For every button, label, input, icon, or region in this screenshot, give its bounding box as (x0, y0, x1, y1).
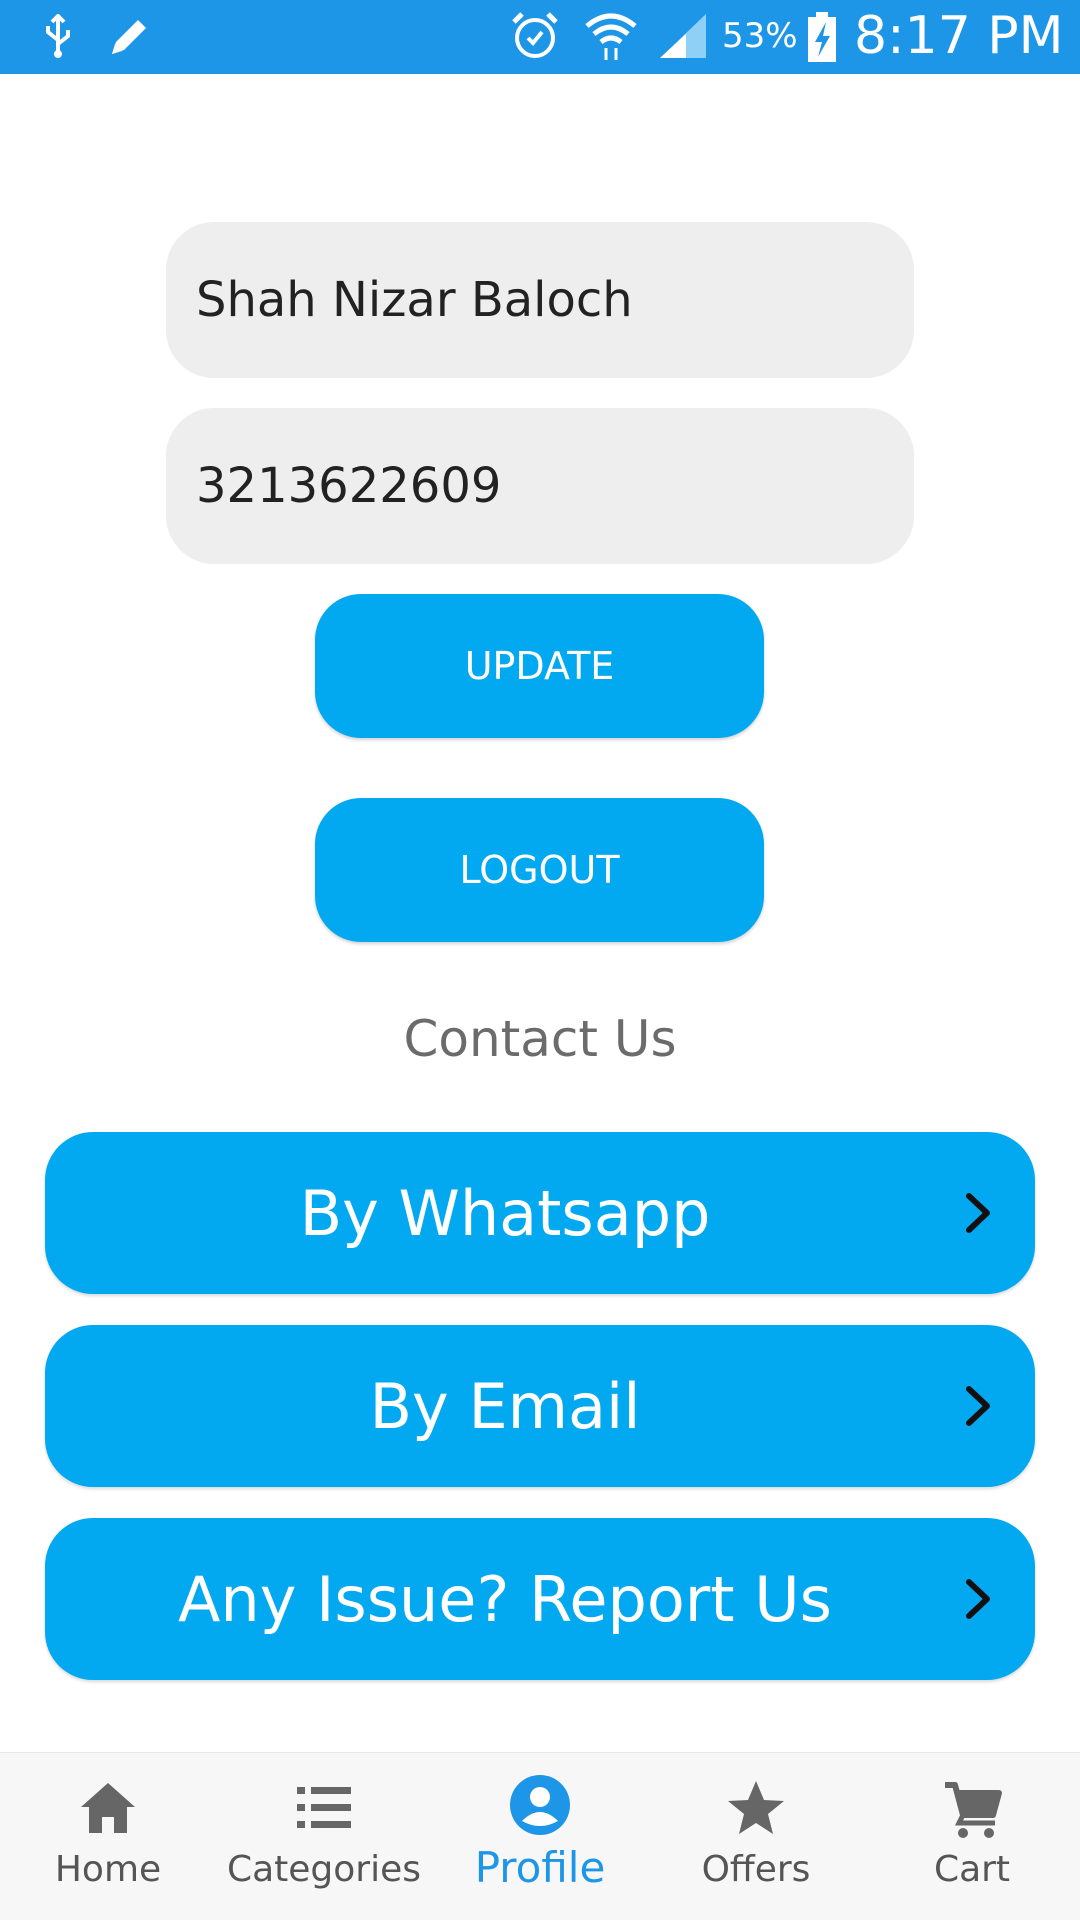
nav-offers[interactable]: Offers (648, 1753, 864, 1921)
clock: 8:17 PM (854, 6, 1064, 66)
edit-icon (106, 14, 152, 64)
update-button-label: UPDATE (464, 644, 615, 688)
signal-icon (656, 10, 710, 66)
chevron-right-icon (961, 1381, 995, 1435)
battery-percent: 53% (722, 16, 798, 56)
profile-icon (508, 1773, 572, 1841)
list-icon (293, 1779, 355, 1841)
contact-us-heading: Contact Us (403, 1010, 677, 1068)
bottom-navigation: Home Categories Profile Offers Cart (0, 1752, 1080, 1920)
nav-cart-label: Cart (933, 1849, 1011, 1890)
logout-button-label: LOGOUT (459, 848, 620, 892)
nav-categories[interactable]: Categories (216, 1753, 432, 1921)
usb-icon (40, 13, 76, 64)
cart-icon (941, 1779, 1003, 1845)
status-bar: 53% 8:17 PM (0, 0, 1080, 74)
alarm-icon (510, 10, 560, 66)
nav-profile[interactable]: Profile (432, 1753, 648, 1921)
star-icon (725, 1779, 787, 1841)
wifi-icon (584, 10, 638, 66)
nav-cart[interactable]: Cart (864, 1753, 1080, 1921)
contact-whatsapp-button[interactable]: By Whatsapp (45, 1132, 1035, 1294)
contact-whatsapp-label: By Whatsapp (299, 1176, 711, 1250)
contact-email-label: By Email (369, 1369, 641, 1443)
contact-report-button[interactable]: Any Issue? Report Us (45, 1518, 1035, 1680)
home-icon (77, 1779, 139, 1841)
nav-profile-label: Profile (474, 1843, 606, 1892)
nav-offers-label: Offers (701, 1849, 811, 1890)
logout-button[interactable]: LOGOUT (315, 798, 764, 942)
battery-charging-icon (806, 12, 838, 68)
nav-home-label: Home (54, 1849, 162, 1890)
nav-home[interactable]: Home (0, 1753, 216, 1921)
nav-categories-label: Categories (226, 1849, 422, 1890)
name-field[interactable] (166, 222, 914, 378)
chevron-right-icon (961, 1574, 995, 1628)
chevron-right-icon (961, 1188, 995, 1242)
update-button[interactable]: UPDATE (315, 594, 764, 738)
contact-report-label: Any Issue? Report Us (178, 1562, 832, 1636)
contact-email-button[interactable]: By Email (45, 1325, 1035, 1487)
phone-field[interactable] (166, 408, 914, 564)
